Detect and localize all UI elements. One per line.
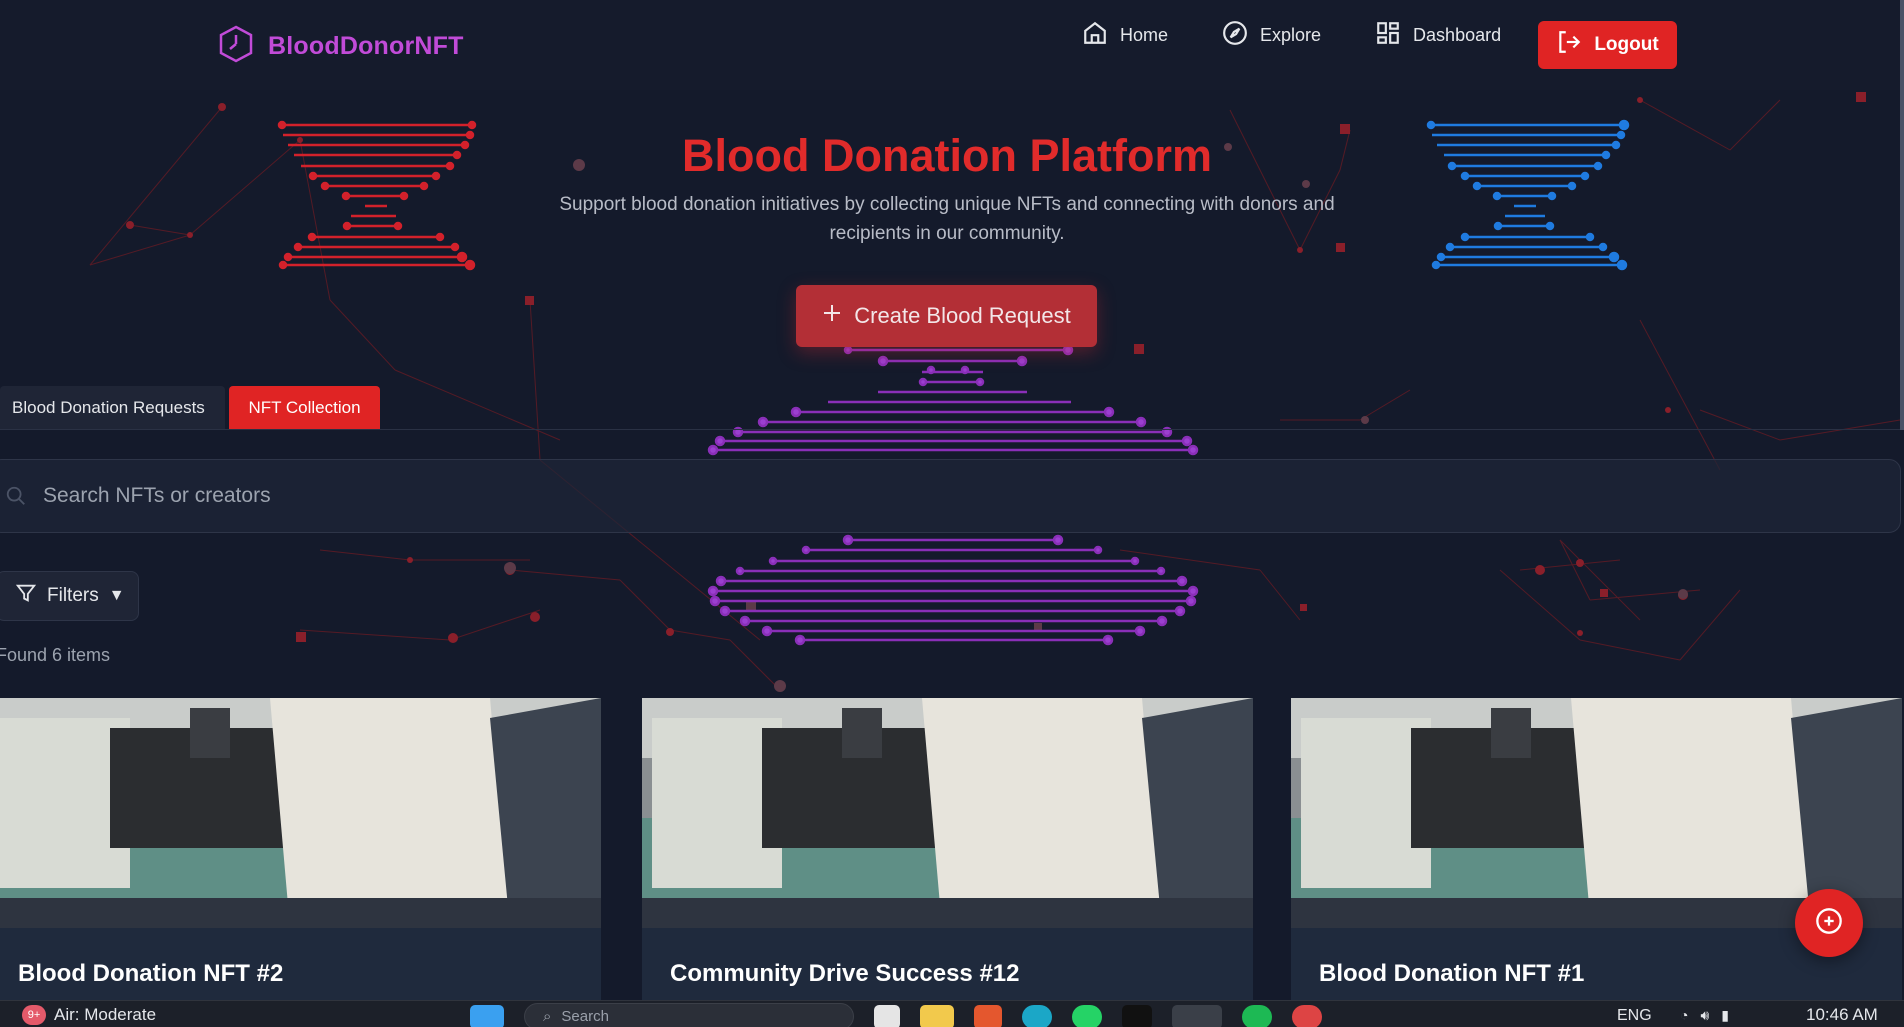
search-input[interactable]: Search NFTs or creators — [0, 459, 1901, 533]
search-placeholder: Search NFTs or creators — [43, 484, 271, 507]
clock-hexagon-icon — [218, 25, 254, 68]
taskbar-apps: ⌕ Search — [470, 1003, 1322, 1027]
plus-circle-icon — [1815, 907, 1843, 940]
windows-start-icon[interactable] — [470, 1004, 504, 1027]
nav-dashboard[interactable]: Dashboard — [1375, 20, 1501, 51]
create-blood-request-button[interactable]: Create Blood Request — [796, 285, 1097, 347]
nft-card-title: Blood Donation NFT #1 — [1319, 960, 1585, 987]
hero-title: Blood Donation Platform — [682, 130, 1212, 181]
filter-funnel-icon — [15, 582, 37, 610]
language-indicator[interactable]: ENG — [1617, 1007, 1652, 1025]
nav-dashboard-label: Dashboard — [1413, 25, 1502, 45]
file-explorer-icon[interactable] — [920, 1004, 954, 1027]
whatsapp-icon[interactable] — [1072, 1004, 1102, 1027]
weather-text: Air: Moderate — [54, 1005, 157, 1024]
task-view-icon[interactable] — [874, 1004, 900, 1027]
nav-explore-label: Explore — [1260, 25, 1322, 45]
tab-blood-donation-requests[interactable]: Blood Donation Requests — [0, 386, 225, 429]
chrome-profile-icon[interactable] — [1292, 1004, 1322, 1027]
nft-card-title: Blood Donation NFT #2 — [18, 960, 284, 987]
results-count: Found 6 items — [0, 645, 111, 665]
filters-button[interactable]: Filters ▼ — [0, 571, 139, 621]
edge-browser-icon[interactable] — [1022, 1004, 1052, 1027]
system-tray[interactable]: ◔ 🔊︎ ▮ — [1680, 1007, 1729, 1024]
terminal-icon[interactable] — [1122, 1004, 1152, 1027]
home-icon — [1082, 20, 1108, 51]
tab-bar: Blood Donation Requests NFT Collection — [0, 386, 380, 429]
volume-icon: 🔊︎ — [1700, 1007, 1710, 1023]
nav-home[interactable]: Home — [1082, 20, 1168, 51]
tab-nft-collection[interactable]: NFT Collection — [229, 386, 380, 429]
hero-subtitle: Support blood donation initiatives by co… — [559, 194, 1335, 244]
filters-label: Filters — [47, 585, 99, 606]
create-blood-request-label: Create Blood Request — [854, 303, 1071, 328]
clock-time[interactable]: 10:46 AM — [1806, 1005, 1878, 1025]
nft-card-image — [642, 698, 1253, 928]
nft-card[interactable]: Blood Donation NFT #2 — [0, 698, 601, 1000]
spotify-icon[interactable] — [1242, 1004, 1272, 1027]
nav-home-label: Home — [1120, 25, 1169, 45]
brave-browser-icon[interactable] — [974, 1004, 1002, 1027]
logout-icon — [1556, 29, 1582, 61]
plus-icon — [822, 303, 842, 329]
notification-badge: 9+ — [22, 1005, 46, 1025]
nft-card-title: Community Drive Success #12 — [670, 960, 1020, 987]
chrome-browser-icon[interactable] — [1172, 1004, 1222, 1027]
nft-card[interactable]: Blood Donation NFT #1 — [1291, 698, 1902, 1000]
nft-card-image — [0, 698, 601, 928]
tab-divider — [0, 429, 1904, 430]
nft-card[interactable]: Community Drive Success #12 — [642, 698, 1253, 1000]
wifi-icon: ◔ — [1680, 1007, 1689, 1023]
brand-name: BloodDonorNFT — [268, 32, 464, 60]
nav-explore[interactable]: Explore — [1222, 20, 1321, 51]
floating-add-button[interactable] — [1795, 889, 1863, 957]
logout-label: Logout — [1594, 34, 1659, 55]
os-taskbar: 9+ Air: Moderate ⌕ Search ENG ◔ 🔊︎ ▮ 10:… — [0, 1000, 1904, 1027]
brand[interactable]: BloodDonorNFT — [218, 25, 464, 68]
search-icon: ⌕ — [543, 1008, 552, 1025]
top-navbar: BloodDonorNFT Home Explore Dashboard Log… — [0, 0, 1904, 90]
page-scrollbar[interactable] — [1900, 0, 1904, 430]
search-icon — [5, 485, 27, 513]
taskbar-search[interactable]: ⌕ Search — [524, 1003, 854, 1027]
caret-down-icon: ▼ — [108, 587, 125, 604]
dashboard-grid-icon — [1375, 20, 1401, 51]
nav-links: Home Explore Dashboard — [1082, 20, 1501, 51]
taskbar-search-placeholder: Search — [561, 1008, 609, 1025]
logout-button[interactable]: Logout — [1538, 21, 1677, 69]
battery-icon: ▮ — [1721, 1007, 1730, 1023]
taskbar-weather[interactable]: 9+ Air: Moderate — [22, 1005, 156, 1025]
compass-icon — [1222, 20, 1248, 51]
